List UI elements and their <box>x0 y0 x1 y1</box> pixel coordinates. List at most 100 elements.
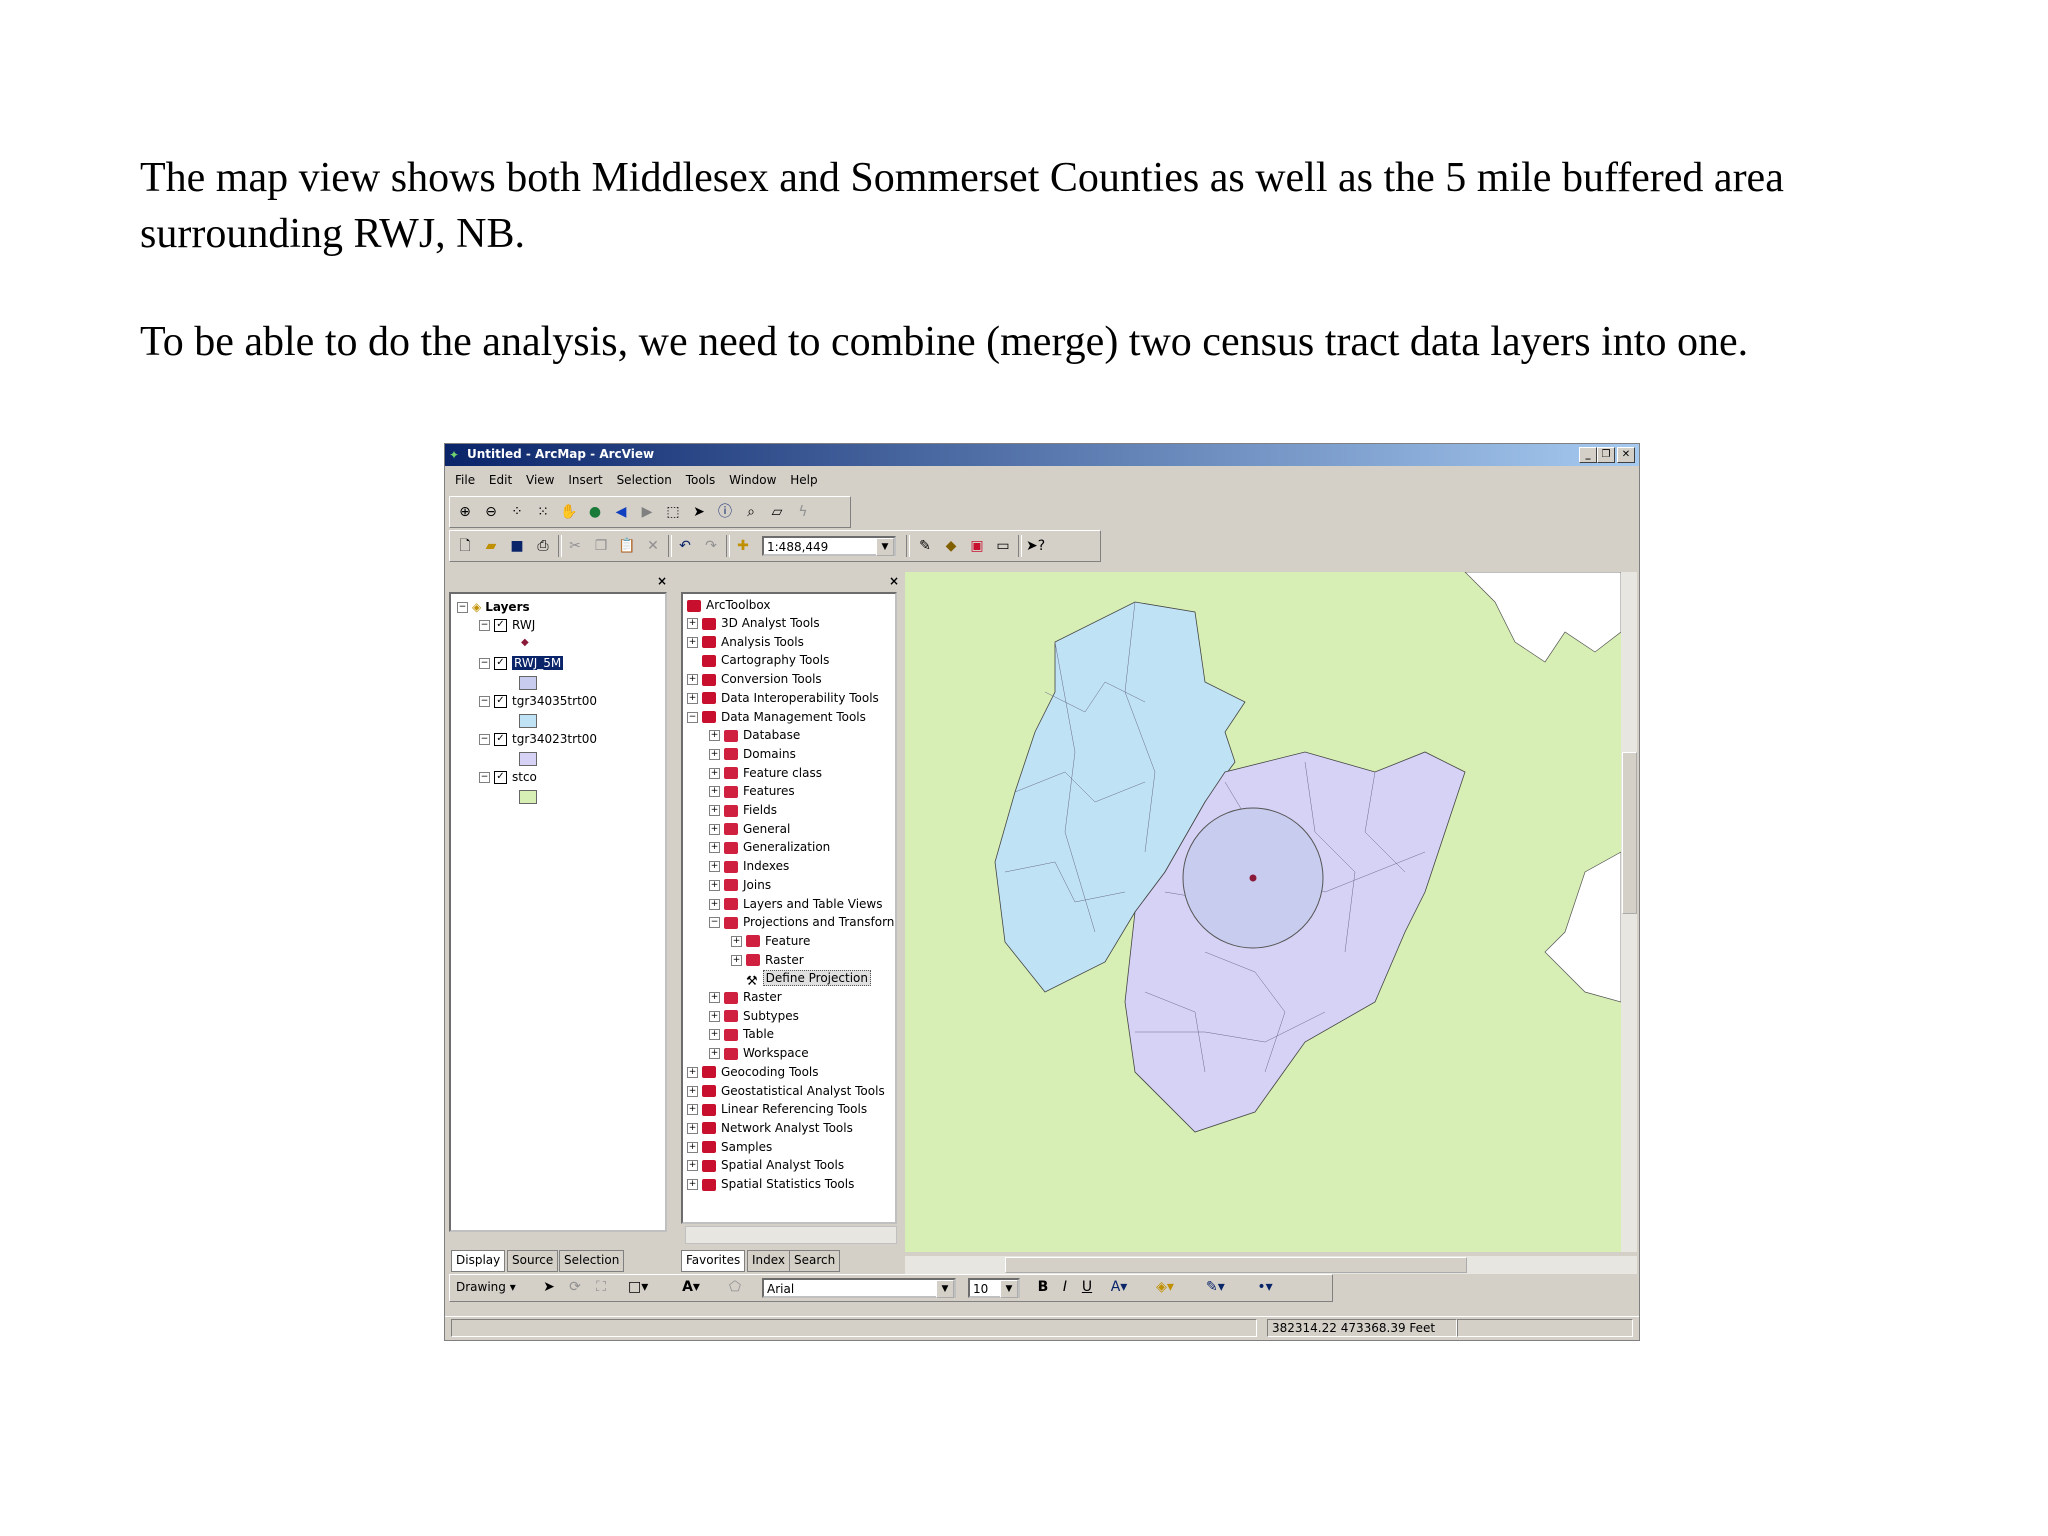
expand-icon[interactable]: + <box>731 935 742 947</box>
layer-checkbox[interactable]: ✓ <box>494 619 507 632</box>
arctoolbox-icon[interactable]: ▣ <box>968 537 986 555</box>
expand-icon[interactable]: + <box>709 1029 720 1041</box>
pan-icon[interactable]: ✋ <box>560 503 578 521</box>
command-line-icon[interactable]: ▭ <box>994 537 1012 555</box>
menu-edit[interactable]: Edit <box>489 473 512 487</box>
map-vertical-scrollbar[interactable] <box>1621 572 1637 1252</box>
menu-view[interactable]: View <box>526 473 554 487</box>
full-extent-icon[interactable]: ● <box>586 503 604 521</box>
toolbox-item[interactable]: − Data Management Tools <box>687 708 866 726</box>
measure-icon[interactable]: ⏥ <box>768 503 786 521</box>
forward-arrow-icon[interactable]: ▶ <box>638 503 656 521</box>
toolbox-item[interactable]: + Linear Referencing Tools <box>687 1100 867 1118</box>
scroll-thumb[interactable] <box>1005 1257 1467 1273</box>
layer-rwj-5m[interactable]: − ✓ RWJ_5M <box>479 654 564 672</box>
collapse-icon[interactable]: − <box>479 658 490 669</box>
toolbox-item[interactable]: + Features <box>709 782 795 800</box>
collapse-icon[interactable]: − <box>709 917 720 929</box>
toolbox-item[interactable]: + General <box>709 820 790 838</box>
bold-button[interactable]: B <box>1034 1278 1052 1296</box>
toolbox-root[interactable]: ArcToolbox <box>687 596 770 614</box>
identify-icon[interactable]: ⓘ <box>716 503 734 521</box>
toc-close-icon[interactable]: × <box>657 574 667 588</box>
zoom-in-icon[interactable]: ⊕ <box>456 503 474 521</box>
toolbox-item[interactable]: + Geostatistical Analyst Tools <box>687 1082 885 1100</box>
tab-display[interactable]: Display <box>451 1250 506 1272</box>
title-bar[interactable]: ✦ Untitled - ArcMap - ArcView _ ❐ ✕ <box>445 444 1639 466</box>
back-arrow-icon[interactable]: ◀ <box>612 503 630 521</box>
expand-icon[interactable]: + <box>709 992 720 1003</box>
new-icon[interactable]: 🗋 <box>456 537 474 555</box>
underline-button[interactable]: U <box>1078 1278 1096 1296</box>
toolbox-item[interactable]: + Network Analyst Tools <box>687 1119 853 1137</box>
toolbox-item[interactable]: + Database <box>709 726 800 744</box>
toolbox-item[interactable]: + Subtypes <box>709 1007 799 1025</box>
expand-icon[interactable]: + <box>709 730 720 742</box>
menu-tools[interactable]: Tools <box>686 473 716 487</box>
toolbox-item[interactable]: + Samples <box>687 1138 772 1156</box>
layer-checkbox[interactable]: ✓ <box>494 695 507 708</box>
toc-root[interactable]: − ◈ Layers <box>457 598 530 616</box>
editor-toolbar-icon[interactable]: ✎ <box>916 537 934 555</box>
toolbox-item[interactable]: + Joins <box>709 876 771 894</box>
expand-icon[interactable]: + <box>709 767 720 779</box>
expand-icon[interactable]: + <box>687 618 698 629</box>
toolbox-item[interactable]: + Raster <box>731 951 804 969</box>
edit-vertices-icon[interactable]: ⬠ <box>726 1278 744 1296</box>
menu-help[interactable]: Help <box>790 473 817 487</box>
layer-checkbox[interactable]: ✓ <box>494 771 507 784</box>
expand-icon[interactable]: + <box>687 636 698 648</box>
select-elements-icon[interactable]: ➤ <box>540 1278 558 1296</box>
undo-icon[interactable]: ↶ <box>676 537 694 555</box>
layer-checkbox[interactable]: ✓ <box>494 733 507 746</box>
toolbox-item[interactable]: + Table <box>709 1025 774 1043</box>
font-combo[interactable]: Arial ▼ <box>762 1278 956 1298</box>
expand-icon[interactable]: + <box>687 692 698 704</box>
layer-checkbox[interactable]: ✓ <box>494 657 507 670</box>
find-icon[interactable]: ⌕ <box>742 503 760 521</box>
open-icon[interactable]: ▰ <box>482 537 500 555</box>
restore-button[interactable]: ❐ <box>1597 447 1615 463</box>
tab-search[interactable]: Search <box>789 1250 841 1272</box>
expand-icon[interactable]: + <box>709 861 720 873</box>
text-icon[interactable]: A▾ <box>682 1278 700 1296</box>
scroll-thumb[interactable] <box>1622 752 1637 914</box>
collapse-icon[interactable]: − <box>479 772 490 783</box>
toolbox-item[interactable]: Cartography Tools <box>687 651 829 669</box>
layer-tgr34023trt00[interactable]: − ✓ tgr34023trt00 <box>479 730 597 748</box>
redo-icon[interactable]: ↷ <box>702 537 720 555</box>
select-elements-icon[interactable]: ➤ <box>690 503 708 521</box>
expand-icon[interactable]: + <box>709 842 720 854</box>
menu-insert[interactable]: Insert <box>568 473 602 487</box>
menu-file[interactable]: File <box>455 473 475 487</box>
toolbox-item[interactable]: + Data Interoperability Tools <box>687 689 879 707</box>
collapse-icon[interactable]: − <box>457 602 468 613</box>
collapse-icon[interactable]: − <box>479 734 490 745</box>
expand-icon[interactable]: + <box>709 786 720 798</box>
expand-icon[interactable]: + <box>709 898 720 910</box>
expand-icon[interactable]: + <box>709 879 720 891</box>
add-data-icon[interactable]: ✚ <box>734 537 752 555</box>
fill-color-icon[interactable]: ◈▾ <box>1156 1278 1174 1296</box>
hyperlink-icon[interactable]: ϟ <box>794 503 812 521</box>
toolbox-item[interactable]: + Spatial Statistics Tools <box>687 1175 854 1193</box>
expand-icon[interactable]: + <box>687 1179 698 1190</box>
minimize-button[interactable]: _ <box>1579 447 1597 463</box>
chevron-down-icon[interactable]: ▼ <box>1000 1280 1018 1298</box>
toolbox-item[interactable]: + Indexes <box>709 857 789 875</box>
collapse-icon[interactable]: − <box>687 711 698 723</box>
rotate-icon[interactable]: ⟳ <box>566 1278 584 1296</box>
tab-favorites[interactable]: Favorites <box>681 1250 746 1272</box>
close-button[interactable]: ✕ <box>1617 447 1635 463</box>
toolbox-item[interactable]: ⚒ Define Projection <box>731 969 871 989</box>
toolbox-item[interactable]: + Feature <box>731 932 810 950</box>
marker-color-icon[interactable]: •▾ <box>1256 1278 1274 1296</box>
expand-icon[interactable]: + <box>687 1160 698 1172</box>
map-horizontal-scrollbar[interactable] <box>905 1256 1637 1274</box>
arccatalog-icon[interactable]: ◆ <box>942 537 960 555</box>
expand-icon[interactable]: + <box>687 1066 698 1078</box>
zoom-out-icon[interactable]: ⊖ <box>482 503 500 521</box>
tab-selection[interactable]: Selection <box>559 1250 625 1272</box>
expand-icon[interactable]: + <box>709 1010 720 1022</box>
menu-window[interactable]: Window <box>729 473 776 487</box>
